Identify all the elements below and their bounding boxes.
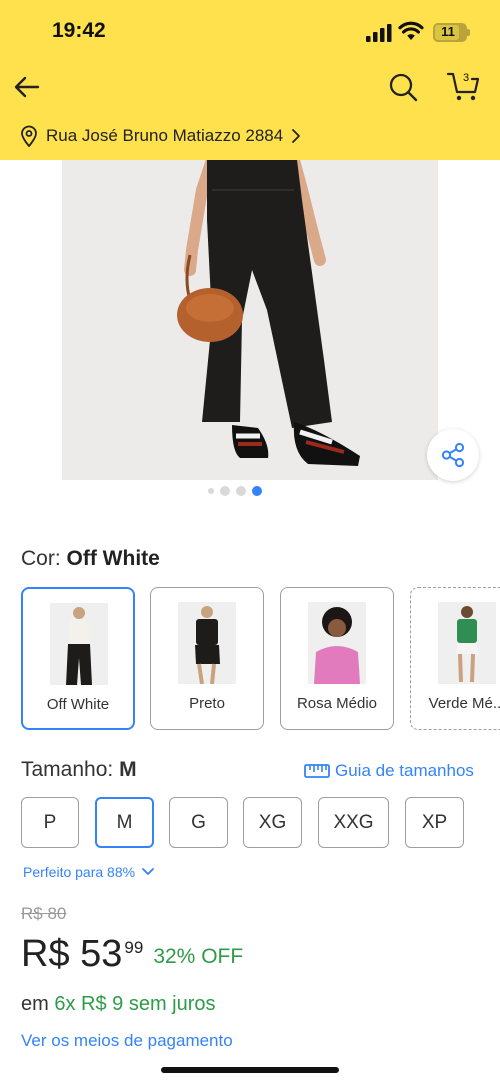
carousel-dot[interactable]	[236, 486, 246, 496]
color-label: Cor: Off White	[21, 547, 160, 571]
price-cents: 99	[124, 938, 144, 957]
delivery-address[interactable]: Rua José Bruno Matiazzo 2884	[20, 122, 301, 150]
old-price: R$ 80	[21, 904, 67, 923]
status-bar: 19:42 11	[0, 0, 500, 64]
size-option-xp[interactable]: XP	[405, 797, 464, 848]
size-option-xxg[interactable]: XXG	[318, 797, 389, 848]
color-selected-value: Off White	[66, 547, 160, 570]
swatch-label: Rosa Médio	[296, 695, 378, 712]
color-swatch-verde-medio[interactable]: Verde Mé...	[410, 587, 500, 730]
app-header: 19:42 11 3 Rua José Bruno Matiazzo 2884	[0, 0, 500, 160]
payment-methods-link[interactable]: Ver os meios de pagamento	[21, 1031, 233, 1051]
size-options: P M G XG XXG XP	[21, 797, 481, 849]
battery-nub	[467, 29, 470, 36]
ruler-icon	[304, 764, 330, 778]
battery-icon: 11	[433, 23, 467, 42]
size-option-g[interactable]: G	[169, 797, 228, 848]
product-image[interactable]	[62, 160, 438, 480]
price-main: R$ 53	[21, 933, 123, 975]
current-price: R$ 53 99 32% OFF	[21, 933, 243, 976]
fit-indicator[interactable]: Perfeito para 88%	[23, 864, 155, 880]
swatch-label: Off White	[46, 696, 110, 713]
product-photo	[62, 160, 438, 480]
swatch-thumbnail	[178, 602, 236, 684]
battery-level: 11	[441, 24, 455, 39]
share-icon	[441, 442, 465, 468]
carousel-dot-active[interactable]	[252, 486, 262, 496]
carousel-dot[interactable]	[220, 486, 230, 496]
wifi-icon	[398, 21, 424, 40]
address-text: Rua José Bruno Matiazzo 2884	[46, 126, 284, 145]
share-button[interactable]	[427, 429, 479, 481]
size-option-p[interactable]: P	[21, 797, 79, 848]
installments-info: em 6x R$ 9 sem juros	[21, 993, 216, 1016]
size-label-prefix: Tamanho:	[21, 758, 114, 781]
home-indicator	[161, 1067, 339, 1073]
size-option-m[interactable]: M	[95, 797, 154, 848]
swatch-thumbnail	[438, 602, 496, 684]
color-swatch-rosa-medio[interactable]: Rosa Médio	[280, 587, 394, 730]
size-selected-value: M	[119, 758, 137, 781]
back-arrow-icon[interactable]	[10, 70, 44, 104]
swatch-thumbnail	[50, 603, 108, 685]
color-swatches: Off White Preto Rosa Médio Verde Mé...	[21, 587, 500, 731]
swatch-label: Verde Mé...	[428, 695, 500, 712]
color-swatch-preto[interactable]: Preto	[150, 587, 264, 730]
chevron-down-icon	[142, 868, 154, 875]
swatch-label: Preto	[189, 695, 225, 712]
color-label-prefix: Cor:	[21, 547, 61, 570]
installments-prefix: em	[21, 993, 49, 1015]
status-time: 19:42	[52, 19, 106, 42]
size-guide-link[interactable]: Guia de tamanhos	[304, 761, 474, 781]
swatch-thumbnail	[308, 602, 366, 684]
chevron-right-icon	[292, 129, 301, 143]
carousel-dots	[208, 486, 262, 496]
signal-icon	[366, 24, 392, 42]
search-icon[interactable]	[386, 70, 420, 104]
cart-count-badge: 3	[462, 72, 470, 84]
size-label: Tamanho: M	[21, 758, 137, 782]
discount-badge: 32% OFF	[153, 945, 244, 968]
installments-value: 6x R$ 9 sem juros	[54, 993, 216, 1015]
location-pin-icon	[21, 125, 37, 147]
carousel-dot[interactable]	[208, 488, 214, 494]
size-guide-text: Guia de tamanhos	[335, 761, 474, 780]
color-swatch-off-white[interactable]: Off White	[21, 587, 135, 730]
fit-text: Perfeito para 88%	[23, 864, 136, 880]
size-option-xg[interactable]: XG	[243, 797, 302, 848]
